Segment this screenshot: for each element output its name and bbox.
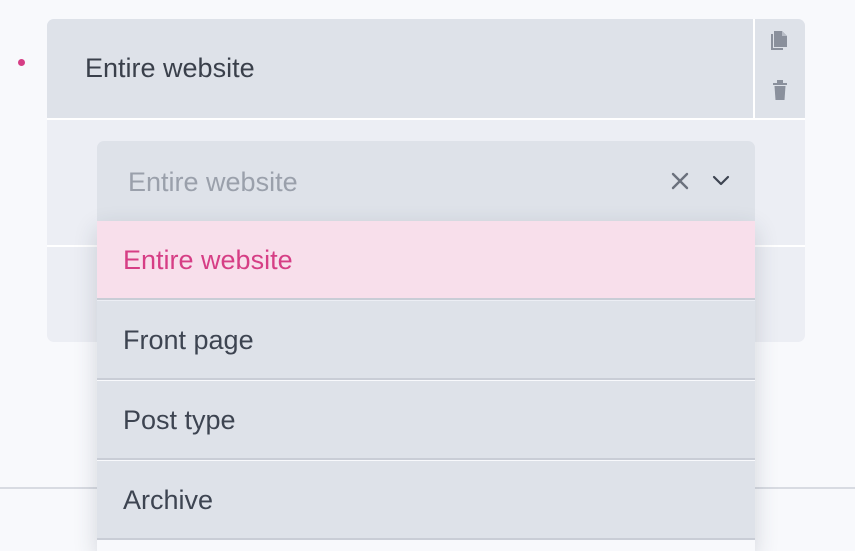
condition-header: Entire website [47, 19, 805, 118]
close-icon [671, 172, 689, 190]
condition-select[interactable]: Entire website [97, 141, 755, 223]
select-placeholder: Entire website [128, 167, 298, 197]
option-label: Entire website [123, 245, 293, 275]
action-divider [753, 19, 755, 118]
option-label: Front page [123, 325, 254, 355]
condition-bullet [18, 59, 25, 66]
dropdown-menu: Entire website Front page Post type Arch… [97, 221, 755, 551]
dropdown-option[interactable]: Front page [97, 301, 755, 380]
dropdown-toggle[interactable] [708, 168, 734, 194]
copy-button[interactable] [765, 25, 795, 55]
trash-icon [773, 80, 787, 100]
dropdown-option[interactable]: Entire website [97, 221, 755, 300]
row-divider [47, 118, 805, 120]
dropdown-option[interactable]: Archive [97, 461, 755, 540]
option-label: Archive [123, 485, 214, 515]
option-label: Post type [123, 405, 236, 435]
dropdown-option[interactable]: Post type [97, 381, 755, 460]
delete-button[interactable] [765, 75, 795, 105]
condition-title: Entire website [85, 53, 255, 83]
chevron-down-icon [712, 175, 730, 186]
copy-icon [771, 31, 787, 50]
clear-button[interactable] [667, 168, 693, 194]
